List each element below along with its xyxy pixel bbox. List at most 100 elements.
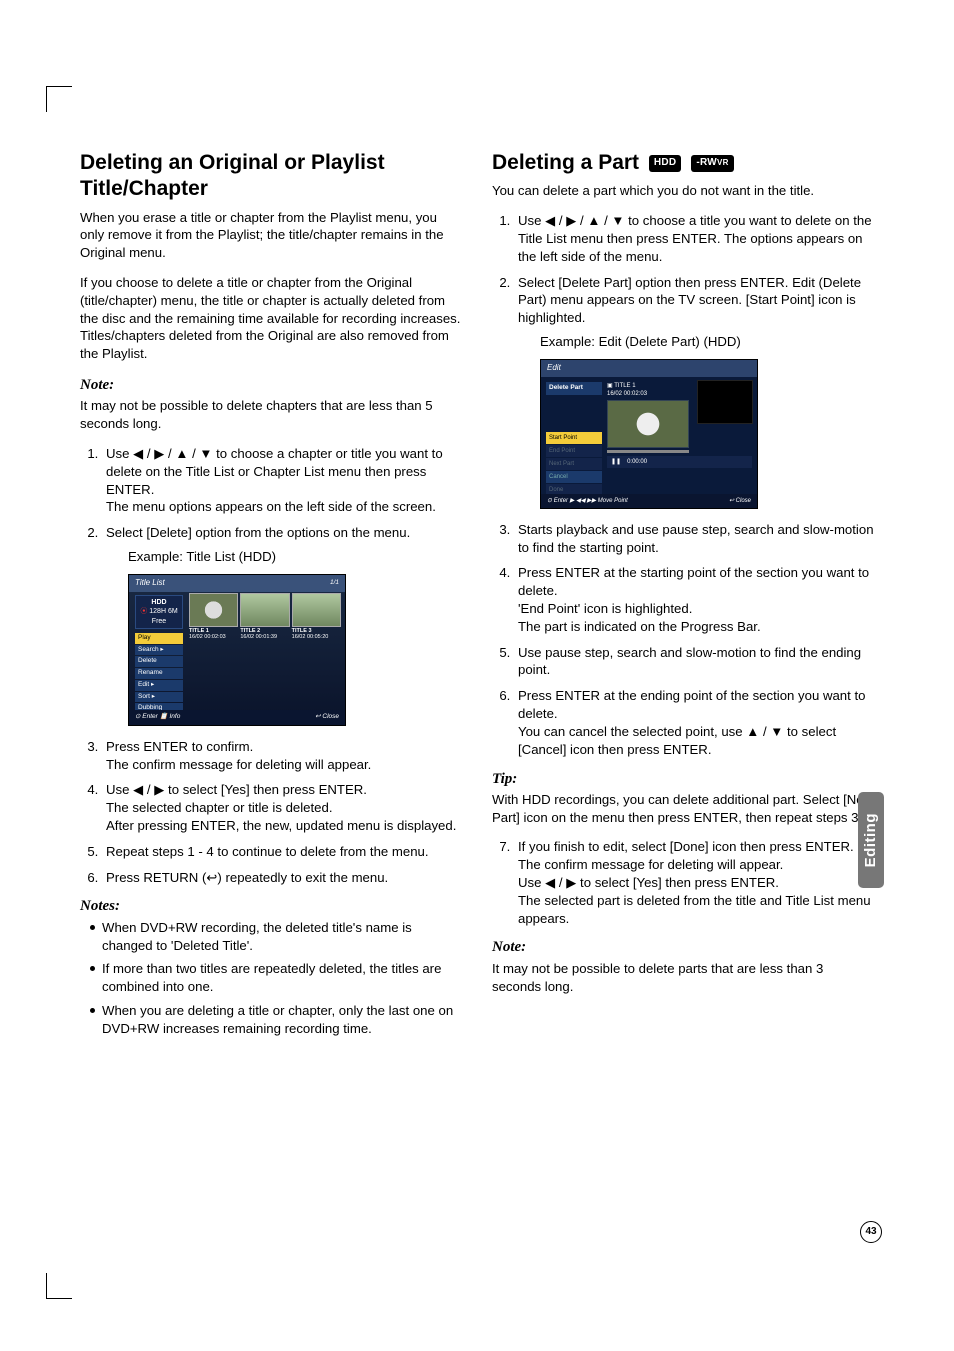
opt-item: End Point: [546, 445, 602, 457]
thumb-date: 16/02 00:01:39: [240, 634, 277, 640]
thumb: TITLE 216/02 00:01:39: [240, 593, 289, 640]
step-text: If you finish to edit, select [Done] ico…: [518, 838, 874, 856]
section-tab: Editing: [858, 792, 884, 888]
shot-hdd-box: HDD ⦿ 128H 6M Free: [135, 595, 183, 629]
step-4: Use ◀ / ▶ to select [Yes] then press ENT…: [102, 781, 462, 834]
example-label: Example: Edit (Delete Part) (HDD): [540, 333, 874, 351]
step-text: Press RETURN (↩) repeatedly to exit the …: [106, 869, 462, 887]
step-text: The menu options appears on the left sid…: [106, 498, 462, 516]
step-text: After pressing ENTER, the new, updated m…: [106, 817, 462, 835]
shot-menu: Play Search ▸ Delete Rename Edit ▸ Sort …: [135, 633, 183, 715]
section-tab-label: Editing: [861, 813, 881, 867]
menu-item: Sort ▸: [135, 692, 183, 703]
step-text: Press ENTER at the starting point of the…: [518, 564, 874, 600]
note-text: It may not be possible to delete chapter…: [80, 397, 462, 433]
shot-controls: ❚❚ 0:00:00: [607, 456, 752, 468]
badge-rwvr: -RWVR: [691, 155, 733, 172]
shot-title-date: 16/02 00:02:03: [607, 391, 647, 397]
tip-text: With HDD recordings, you can delete addi…: [492, 791, 874, 827]
shot-footer: ⊙ Enter ▶ ◀◀ ▶▶ Move Point ↩ Close: [541, 494, 757, 508]
shot-page: 1/1: [330, 579, 339, 588]
pause-icon: ❚❚: [611, 458, 621, 466]
notes-list: When DVD+RW recording, the deleted title…: [90, 919, 462, 1038]
step-text: The selected part is deleted from the ti…: [518, 892, 874, 928]
left-heading: Deleting an Original or Playlist Title/C…: [80, 150, 462, 203]
thumb-date: 16/02 00:02:03: [189, 634, 226, 640]
page-number-value: 43: [865, 1225, 876, 1239]
step-text: The part is indicated on the Progress Ba…: [518, 618, 874, 636]
shot-free: 128H 6M Free: [149, 608, 177, 624]
step-text: Repeat steps 1 - 4 to continue to delete…: [106, 843, 462, 861]
opt-item: Next Part: [546, 458, 602, 470]
right-para-1: You can delete a part which you do not w…: [492, 182, 874, 200]
thumb-date: 16/02 00:05:20: [292, 634, 329, 640]
badge-vr-text: VR: [717, 158, 729, 167]
note-text: It may not be possible to delete parts t…: [492, 960, 874, 996]
step-5: Repeat steps 1 - 4 to continue to delete…: [102, 843, 462, 861]
step-text: Press ENTER at the ending point of the s…: [518, 687, 874, 723]
step-1: Use ◀ / ▶ / ▲ / ▼ to choose a chapter or…: [102, 445, 462, 516]
shot-thumbs: TITLE 116/02 00:02:03 TITLE 216/02 00:01…: [189, 593, 341, 640]
step-text: 'End Point' icon is highlighted.: [518, 600, 874, 618]
record-icon: ⦿: [140, 608, 147, 615]
badge-hdd: HDD: [649, 155, 682, 172]
step-6: Press RETURN (↩) repeatedly to exit the …: [102, 869, 462, 887]
tip-heading: Tip:: [492, 769, 874, 789]
menu-item: Search ▸: [135, 645, 183, 656]
shot-hdd-label: HDD: [138, 598, 180, 607]
shot-title: Edit: [541, 360, 757, 377]
step-text: Starts playback and use pause step, sear…: [518, 521, 874, 557]
step-text: Select [Delete Part] option then press E…: [518, 274, 874, 327]
time-label: 0:00:00: [627, 458, 647, 466]
step-6: Press ENTER at the ending point of the s…: [514, 687, 874, 758]
step-text: You can cancel the selected point, use ▲…: [518, 723, 874, 759]
shot-footer-left: ⊙ Enter 📋 Info: [135, 713, 180, 722]
note-heading: Note:: [80, 375, 462, 395]
step-2: Select [Delete] option from the options …: [102, 524, 462, 726]
right-steps-b: Starts playback and use pause step, sear…: [514, 521, 874, 759]
left-steps: Use ◀ / ▶ / ▲ / ▼ to choose a chapter or…: [102, 445, 462, 887]
step-text: Select [Delete] option from the options …: [106, 524, 462, 542]
shot-panel-header: Delete Part: [546, 382, 602, 395]
left-column: Deleting an Original or Playlist Title/C…: [80, 150, 462, 1044]
right-steps-c: If you finish to edit, select [Done] ico…: [514, 838, 874, 927]
crop-mark: [46, 1273, 72, 1299]
badge-rw-text: -RW: [696, 157, 717, 168]
step-text: Use ◀ / ▶ to select [Yes] then press ENT…: [518, 874, 874, 892]
step-3: Press ENTER to confirm. The confirm mess…: [102, 738, 462, 774]
shot-video-pip: [697, 380, 753, 424]
notes-heading: Notes:: [80, 896, 462, 916]
thumb: TITLE 116/02 00:02:03: [189, 593, 238, 640]
step-text: Press ENTER to confirm.: [106, 738, 462, 756]
shot-preview: ▣ TITLE 1 16/02 00:02:03: [607, 382, 689, 453]
crop-mark: [46, 86, 72, 112]
step-text: The confirm message for deleting will ap…: [106, 756, 462, 774]
menu-item: Play: [135, 633, 183, 644]
note-item: When you are deleting a title or chapter…: [90, 1002, 462, 1038]
page-body: Deleting an Original or Playlist Title/C…: [0, 0, 954, 1104]
right-heading: Deleting a Part HDD -RWVR: [492, 150, 874, 176]
step-2: Select [Delete Part] option then press E…: [514, 274, 874, 509]
shot-footer-right: ↩ Close: [315, 713, 339, 722]
page-number: 43: [860, 1221, 882, 1243]
left-para-2: If you choose to delete a title or chapt…: [80, 274, 462, 363]
step-text: Use ◀ / ▶ / ▲ / ▼ to choose a title you …: [518, 212, 874, 265]
note-item: When DVD+RW recording, the deleted title…: [90, 919, 462, 955]
example-label: Example: Title List (HDD): [128, 548, 462, 566]
right-heading-text: Deleting a Part: [492, 151, 639, 174]
step-3: Starts playback and use pause step, sear…: [514, 521, 874, 557]
right-column: Deleting a Part HDD -RWVR You can delete…: [492, 150, 874, 1044]
shot-footer-left: ⊙ Enter ▶ ◀◀ ▶▶ Move Point: [547, 497, 628, 505]
right-steps-a: Use ◀ / ▶ / ▲ / ▼ to choose a title you …: [514, 212, 874, 509]
title-list-screenshot: Title List 1/1 HDD ⦿ 128H 6M Free Play Se…: [128, 574, 346, 726]
step-5: Use pause step, search and slow-motion t…: [514, 644, 874, 680]
shot-title: Title List: [135, 578, 165, 587]
step-text: The confirm message for deleting will ap…: [518, 856, 874, 874]
step-4: Press ENTER at the starting point of the…: [514, 564, 874, 635]
menu-item: Delete: [135, 656, 183, 667]
step-text: Use ◀ / ▶ to select [Yes] then press ENT…: [106, 781, 462, 799]
shot-footer-right: ↩ Close: [729, 497, 751, 505]
menu-item: Rename: [135, 668, 183, 679]
shot-title-label: ▣ TITLE 1: [607, 383, 636, 389]
note-heading: Note:: [492, 937, 874, 957]
